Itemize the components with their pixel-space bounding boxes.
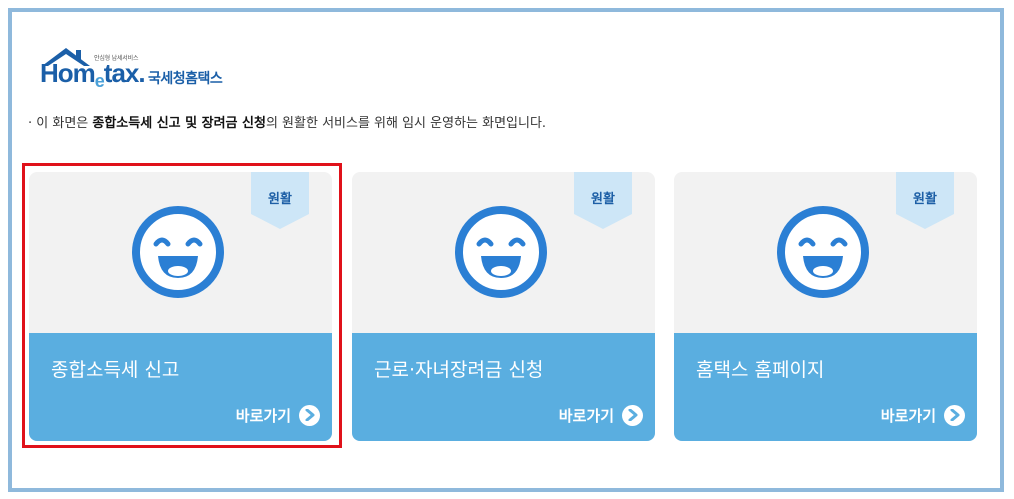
- chevron-right-icon: [299, 404, 320, 426]
- card-incentive-application[interactable]: 원활 근로·자녀장려금 신청 바로가기: [352, 172, 655, 441]
- card-title: 홈택스 홈페이지: [696, 359, 825, 381]
- go-link-button[interactable]: 바로가기: [559, 403, 643, 427]
- go-link-button[interactable]: 바로가기: [236, 403, 320, 427]
- go-link-button[interactable]: 바로가기: [881, 403, 965, 427]
- card-panel: 종합소득세 신고 바로가기: [29, 333, 332, 441]
- logo-brand: Hometax.: [40, 58, 146, 91]
- card-title: 종합소득세 신고: [51, 359, 180, 381]
- card-panel: 홈택스 홈페이지 바로가기: [674, 333, 977, 441]
- card-income-tax[interactable]: 원활 종합소득세 신고 바로가기: [29, 172, 332, 441]
- status-badge: 원활: [896, 172, 954, 229]
- logo-korean-name: 국세청홈택스: [148, 71, 223, 87]
- hometax-logo[interactable]: 안심형 납세서비스 Hometax. 국세청홈택스: [36, 44, 256, 98]
- status-badge: 원활: [251, 172, 309, 229]
- smiley-face-icon: [132, 206, 224, 298]
- smiley-face-icon: [777, 206, 869, 298]
- card-hometax-homepage[interactable]: 원활 홈택스 홈페이지 바로가기: [674, 172, 977, 441]
- notice-text: · 이 화면은 종합소득세 신고 및 장려금 신청의 원활한 서비스를 위해 임…: [28, 116, 547, 131]
- chevron-right-icon: [622, 404, 643, 426]
- card-panel: 근로·자녀장려금 신청 바로가기: [352, 333, 655, 441]
- card-title: 근로·자녀장려금 신청: [374, 359, 544, 381]
- chevron-right-icon: [944, 404, 965, 426]
- status-badge: 원활: [574, 172, 632, 229]
- smiley-face-icon: [455, 206, 547, 298]
